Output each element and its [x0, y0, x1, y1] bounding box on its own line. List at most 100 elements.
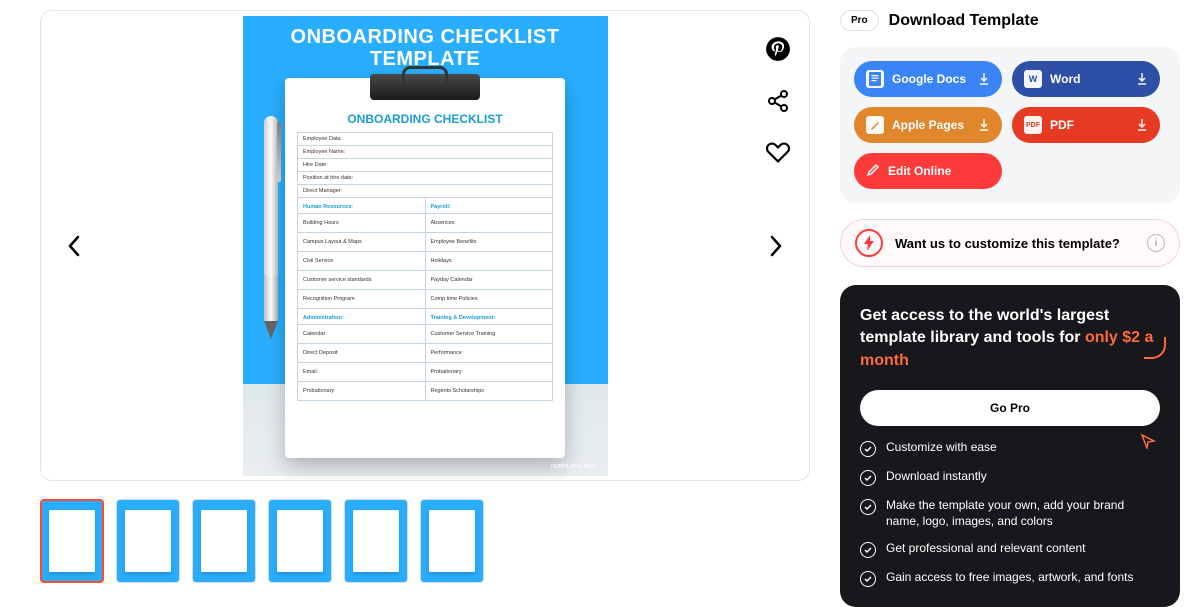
prev-button[interactable]: [59, 231, 89, 261]
doc-row: Recognition Program: [298, 290, 425, 309]
doc-column: Payroll:AbsencesEmployee BenefitsHoliday…: [426, 198, 553, 400]
doc-row: Performance: [426, 344, 553, 363]
pen-graphic: [261, 116, 281, 354]
download-pdf[interactable]: PDF PDF: [1012, 107, 1160, 143]
download-google-docs[interactable]: Google Docs: [854, 61, 1002, 97]
feature-list: Customize with ease Download instantly Mak…: [860, 440, 1160, 587]
check-icon: [860, 470, 876, 486]
thumb-inner: [277, 510, 323, 572]
thumbnail-2[interactable]: [116, 499, 180, 583]
doc-head-row: Employee Name:: [298, 146, 552, 159]
thumb-inner: [429, 510, 475, 572]
feature-text: Download instantly: [886, 469, 987, 485]
doc-head-row: Direct Manager:: [298, 185, 552, 197]
pages-icon: [866, 116, 884, 134]
doc-row: Regents Scholarships: [426, 382, 553, 400]
customize-cta[interactable]: Want us to customize this template? i: [840, 219, 1180, 267]
feature-text: Gain access to free images, artwork, and…: [886, 570, 1133, 586]
feature-item: Make the template your own, add your bra…: [860, 498, 1160, 529]
promo-headline: Get access to the world's largest templa…: [860, 305, 1160, 372]
doc-row: Building Hours: [298, 214, 425, 233]
doc-title: ONBOARDING CHECKLIST: [297, 112, 553, 126]
share-icon[interactable]: [765, 88, 791, 114]
swoosh-decoration: [1144, 337, 1166, 359]
doc-section-title: Training & Development:: [426, 309, 553, 325]
doc-row: Comp time Policies: [426, 290, 553, 309]
feature-text: Get professional and relevant content: [886, 541, 1085, 557]
download-icon: [1136, 119, 1148, 131]
thumb-inner: [201, 510, 247, 572]
pro-badge: Pro: [840, 10, 879, 31]
doc-column: Human Resources:Building HoursCampus Lay…: [298, 198, 426, 400]
watermark: TEMPLATE.NET: [550, 464, 596, 470]
doc-row: Probationary: [426, 363, 553, 382]
doc-row: Email: [298, 363, 425, 382]
download-apple-pages[interactable]: Apple Pages: [854, 107, 1002, 143]
doc-row: Campus Layout & Maps: [298, 233, 425, 252]
feature-item: Gain access to free images, artwork, and…: [860, 570, 1160, 587]
word-icon: W: [1024, 70, 1042, 88]
pdf-icon: PDF: [1024, 116, 1042, 134]
edit-label: Edit Online: [888, 164, 951, 178]
doc-row: Holidays: [426, 252, 553, 271]
gdocs-icon: [866, 70, 884, 88]
preview-actions: [765, 36, 791, 166]
thumb-inner: [353, 510, 399, 572]
thumbnail-3[interactable]: [192, 499, 256, 583]
thumbnail-4[interactable]: [268, 499, 332, 583]
doc-head-row: Hire Date:: [298, 159, 552, 172]
info-icon: i: [1147, 234, 1165, 252]
template-preview: ONBOARDING CHECKLIST TEMPLATE ONBOARDING…: [243, 16, 608, 476]
doc-row: Calendar: [298, 325, 425, 344]
thumbnail-1[interactable]: [40, 499, 104, 583]
feature-text: Customize with ease: [886, 440, 997, 456]
page-title: Download Template: [889, 12, 1039, 30]
pinterest-icon[interactable]: [765, 36, 791, 62]
doc-row: Civil Service: [298, 252, 425, 271]
thumbnail-5[interactable]: [344, 499, 408, 583]
customize-text: Want us to customize this template?: [895, 236, 1135, 251]
download-icon: [978, 73, 990, 85]
download-panel: Google Docs W Word Apple Pages PDF PDF E…: [840, 47, 1180, 203]
check-icon: [860, 499, 876, 515]
feature-text: Make the template your own, add your bra…: [886, 498, 1160, 529]
feature-item: Customize with ease: [860, 440, 1160, 457]
thumb-inner: [125, 510, 171, 572]
clipboard-document: ONBOARDING CHECKLIST Employee DataEmploy…: [285, 78, 565, 458]
doc-section-title: Administration:: [298, 309, 425, 325]
doc-row: Absences: [426, 214, 553, 233]
gdocs-label: Google Docs: [892, 72, 970, 86]
word-label: Word: [1050, 72, 1128, 86]
doc-section-title: Human Resources:: [298, 198, 425, 214]
doc-row: Customer service standards: [298, 271, 425, 290]
preview-card: ONBOARDING CHECKLIST TEMPLATE ONBOARDING…: [40, 10, 810, 481]
bolt-icon: [855, 229, 883, 257]
download-icon: [1136, 73, 1148, 85]
pages-label: Apple Pages: [892, 118, 970, 132]
doc-row: Direct Deposit: [298, 344, 425, 363]
doc-row: Probationary: [298, 382, 425, 400]
doc-head-row: Position at hire date:: [298, 172, 552, 185]
next-button[interactable]: [761, 231, 791, 261]
edit-online-button[interactable]: Edit Online: [854, 153, 1002, 189]
template-heading: ONBOARDING CHECKLIST TEMPLATE: [291, 26, 560, 70]
pencil-icon: [866, 163, 880, 180]
doc-head-row: Employee Data: [298, 133, 552, 146]
doc-section-title: Payroll:: [426, 198, 553, 214]
pdf-label: PDF: [1050, 118, 1128, 132]
cursor-icon: [1140, 433, 1156, 454]
doc-row: Customer Service Training: [426, 325, 553, 344]
download-word[interactable]: W Word: [1012, 61, 1160, 97]
feature-item: Get professional and relevant content: [860, 541, 1160, 558]
thumbnail-strip: [40, 499, 810, 583]
check-icon: [860, 542, 876, 558]
check-icon: [860, 441, 876, 457]
download-icon: [978, 119, 990, 131]
favorite-icon[interactable]: [765, 140, 791, 166]
promo-panel: Get access to the world's largest templa…: [840, 285, 1180, 607]
thumbnail-6[interactable]: [420, 499, 484, 583]
go-pro-button[interactable]: Go Pro: [860, 390, 1160, 426]
doc-row: Employee Benefits: [426, 233, 553, 252]
check-icon: [860, 571, 876, 587]
doc-row: Payday Calendar: [426, 271, 553, 290]
